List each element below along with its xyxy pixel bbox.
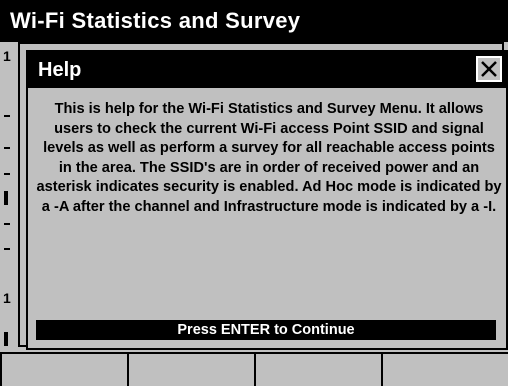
softkey-1[interactable]: [0, 352, 127, 386]
close-icon: [481, 61, 497, 77]
row-selection-marker: [4, 191, 8, 205]
row-dash: [4, 173, 10, 175]
row-dash: [4, 248, 10, 250]
dialog-title: Help: [38, 59, 82, 81]
softkey-2[interactable]: [127, 352, 254, 386]
softkey-bar: [0, 352, 508, 386]
softkey-3[interactable]: [254, 352, 381, 386]
row-selection-marker: [4, 332, 8, 346]
row-dash: [4, 115, 10, 117]
help-text: This is help for the Wi-Fi Statistics an…: [36, 101, 502, 215]
close-button[interactable]: [476, 56, 502, 82]
row-dash: [4, 223, 10, 225]
help-dialog: Help This is help for the Wi-Fi Statisti…: [26, 50, 508, 350]
softkey-4[interactable]: [381, 352, 508, 386]
row-dash: [4, 147, 10, 149]
row-marker-bottom: 1: [3, 290, 11, 306]
continue-button[interactable]: Press ENTER to Continue: [36, 320, 496, 340]
dialog-header: Help: [28, 52, 506, 88]
window-title: Wi-Fi Statistics and Survey: [0, 0, 508, 42]
row-marker-top: 1: [3, 48, 11, 64]
